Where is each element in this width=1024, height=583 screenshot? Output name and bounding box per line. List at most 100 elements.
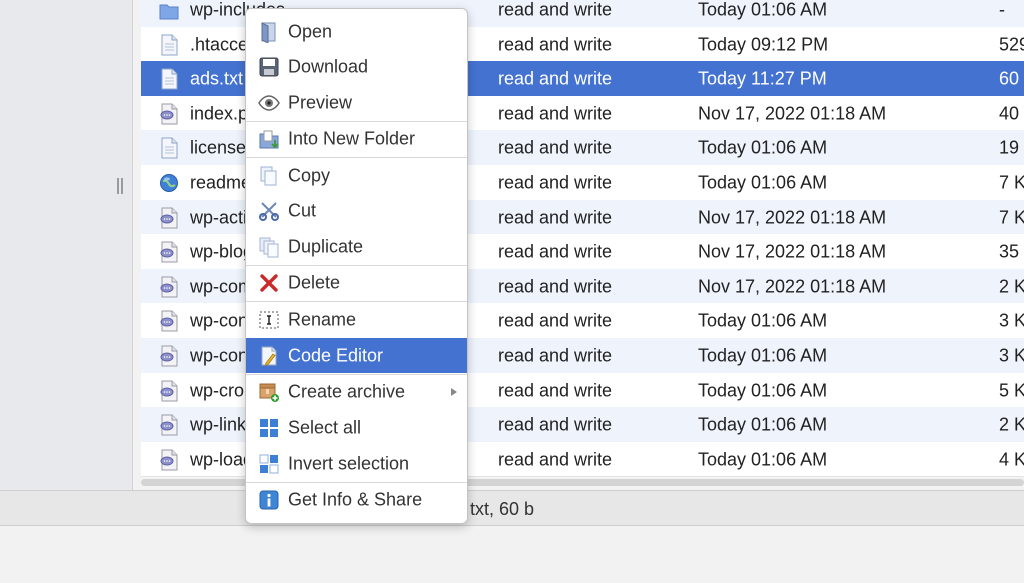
menu-item-into-new-folder[interactable]: Into New Folder [246,121,467,156]
menu-item-get-info-and-share[interactable]: Get Info & Share [246,482,467,517]
file-size: 4 K [999,449,1024,469]
file-size: 2 K [999,414,1024,434]
file-modified-date: Nov 17, 2022 01:18 AM [698,276,887,296]
status-bar: txt, 60 b [0,490,1024,526]
menu-item-label: Duplicate [288,236,364,256]
delete-icon [258,272,280,294]
text-file-icon [159,34,179,56]
php-file-icon [159,414,179,436]
menu-item-preview[interactable]: Preview [246,85,467,120]
menu-item-open[interactable]: Open [246,14,467,49]
globe-icon [159,172,179,194]
rename-icon [258,309,280,331]
menu-item-label: Code Editor [288,345,384,365]
text-file-icon [159,137,179,159]
menu-item-cut[interactable]: Cut [246,193,467,228]
file-permissions: read and write [498,207,613,227]
copy-icon [258,165,280,187]
pane-resize-handle[interactable] [117,178,123,194]
menu-item-label: Invert selection [288,453,410,473]
file-modified-date: Today 09:12 PM [698,34,829,54]
menu-item-label: Create archive [288,381,406,401]
file-modified-date: Today 01:06 AM [698,137,828,157]
file-modified-date: Today 01:06 AM [698,310,828,330]
file-modified-date: Nov 17, 2022 01:18 AM [698,241,887,261]
menu-item-label: Copy [288,165,331,185]
menu-item-label: Delete [288,272,341,292]
menu-item-create-archive[interactable]: Create archive [246,374,467,409]
menu-item-delete[interactable]: Delete [246,265,467,300]
file-modified-date: Today 01:06 AM [698,449,828,469]
file-modified-date: Today 01:06 AM [698,380,828,400]
file-permissions: read and write [498,310,613,330]
file-size: 2 K [999,276,1024,296]
menu-item-label: Select all [288,417,362,437]
file-permissions: read and write [498,276,613,296]
file-permissions: read and write [498,449,613,469]
file-size: 3 K [999,310,1024,330]
menu-item-label: Open [288,21,333,41]
file-size: 3 K [999,345,1024,365]
php-file-icon [159,449,179,471]
file-size: 7 K [999,172,1024,192]
menu-item-copy[interactable]: Copy [246,158,467,193]
archive-icon [258,381,280,403]
file-permissions: read and write [498,172,613,192]
eye-icon [258,92,280,114]
navigation-pane [0,0,133,490]
file-permissions: read and write [498,345,613,365]
file-size: 60 [999,68,1020,88]
php-file-icon [159,380,179,402]
select-all-icon [258,417,280,439]
file-permissions: read and write [498,137,613,157]
file-modified-date: Today 01:06 AM [698,172,828,192]
menu-item-duplicate[interactable]: Duplicate [246,229,467,264]
submenu-arrow-icon [451,387,457,396]
text-file-icon [159,68,179,90]
file-modified-date: Today 11:27 PM [698,68,827,88]
scissors-icon [258,200,280,222]
menu-item-label: Rename [288,309,357,329]
file-modified-date: Nov 17, 2022 01:18 AM [698,103,887,123]
menu-item-invert-selection[interactable]: Invert selection [246,446,467,481]
file-name: ads.txt [190,68,244,88]
file-size: 35 [999,241,1020,261]
status-text: txt, 60 b [470,499,535,519]
menu-item-label: Into New Folder [288,128,416,148]
file-size: 529 [999,34,1024,54]
file-permissions: read and write [498,0,613,19]
php-file-icon [159,103,179,125]
code-editor-icon [258,345,280,367]
file-size: 5 K [999,380,1024,400]
open-icon [258,21,280,44]
file-size: 19 [999,137,1020,157]
folder-icon [159,0,179,21]
file-modified-date: Today 01:06 AM [698,345,828,365]
file-permissions: read and write [498,380,613,400]
menu-item-code-editor[interactable]: Code Editor [246,338,467,373]
php-file-icon [159,345,179,367]
file-size: - [999,0,1005,19]
file-permissions: read and write [498,68,613,88]
file-permissions: read and write [498,34,613,54]
menu-item-select-all[interactable]: Select all [246,410,467,445]
file-modified-date: Today 01:06 AM [698,414,828,434]
menu-item-label: Download [288,56,369,76]
file-size: 7 K [999,207,1024,227]
menu-item-label: Cut [288,200,317,220]
file-modified-date: Today 01:06 AM [698,0,828,19]
file-permissions: read and write [498,241,613,261]
file-permissions: read and write [498,103,613,123]
php-file-icon [159,310,179,332]
menu-item-rename[interactable]: Rename [246,302,467,337]
php-file-icon [159,207,179,229]
menu-item-label: Preview [288,92,353,112]
folder-download-icon [258,128,280,150]
info-icon [258,489,280,511]
php-file-icon [159,241,179,263]
context-menu: Open Download Preview Into New Folder Copy Cu… [245,8,468,524]
menu-item-download[interactable]: Download [246,49,467,84]
php-file-icon [159,276,179,298]
file-size: 40 [999,103,1020,123]
file-permissions: read and write [498,414,613,434]
